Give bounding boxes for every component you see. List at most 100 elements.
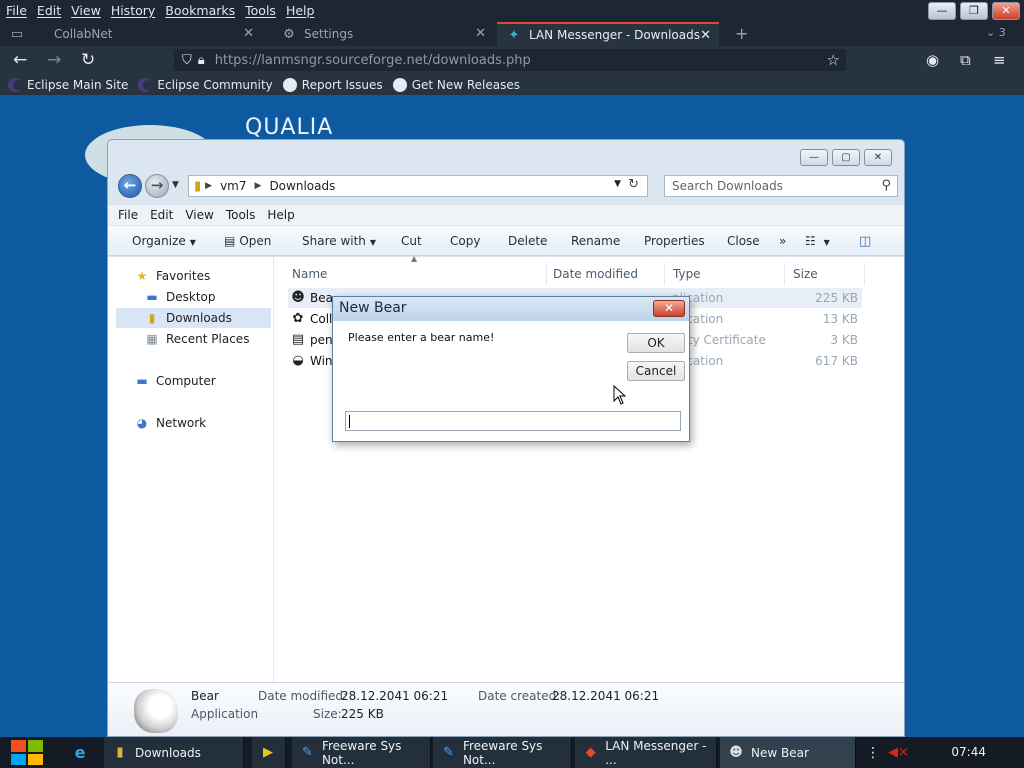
taskbar-freeware-sys-notes-1[interactable]: ✎ Freeware Sys Not... [292,737,431,768]
close-icon[interactable]: ✕ [243,26,254,41]
menu-edit[interactable]: Edit [150,208,173,222]
nav-desktop[interactable]: ▬ Desktop [144,287,280,307]
breadcrumb-downloads[interactable]: Downloads [269,179,335,193]
refresh-icon[interactable]: ↻ [628,177,639,192]
menu-edit[interactable]: Edit [37,3,61,18]
menu-view[interactable]: View [71,3,101,18]
close-button[interactable]: Close [727,234,760,248]
menu-view[interactable]: View [185,208,213,222]
new-tab-icon[interactable]: + [735,24,748,43]
menu-tools[interactable]: Tools [226,208,256,222]
address-bar[interactable]: ▮ ▶ vm7 ▶ Downloads ▼ ↻ [188,175,648,197]
taskbar-lan-messenger[interactable]: ◆ LAN Messenger - ... [575,737,717,768]
rename-button[interactable]: Rename [571,234,620,248]
text-caret [349,415,350,428]
hamburger-menu-icon[interactable]: ≡ [993,50,1006,70]
tab-lan-messenger[interactable]: ✦ LAN Messenger - Downloads ✕ [497,22,719,46]
column-header-name[interactable]: Name [284,263,547,285]
close-icon[interactable]: ✕ [475,26,486,41]
column-header-date-modified[interactable]: Date modified [545,263,665,285]
breadcrumb-vm7[interactable]: vm7 [220,179,246,193]
menu-help[interactable]: Help [286,3,315,18]
size-value: 225 KB [341,707,384,721]
tab-overflow-menu[interactable]: ⌄ 3 [986,26,1006,39]
minimize-window-button[interactable]: — [928,2,956,20]
share-with-button[interactable]: Share with ▼ [302,234,376,248]
menu-file[interactable]: File [118,208,138,222]
tab-collabnet[interactable]: ▭ CollabNet ✕ [0,22,262,46]
explorer-maximize-button[interactable]: ▢ [832,149,860,166]
column-header-type[interactable]: Type [665,263,785,285]
notification-overflow-icon[interactable]: ⋮ [858,737,880,768]
cancel-button[interactable]: Cancel [627,361,685,381]
properties-button[interactable]: Properties [644,234,705,248]
explorer-close-button[interactable]: ✕ [864,149,892,166]
bookmark-eclipse-community[interactable]: Eclipse Community [138,77,273,92]
shield-icon[interactable]: ⛉ [182,53,192,68]
restore-window-button[interactable]: ❐ [960,2,988,20]
view-options-icon[interactable]: ☷ ▼ [805,234,830,248]
column-header-size[interactable]: Size [785,263,865,285]
bear-name-input[interactable] [345,411,681,431]
details-pane: Bear Application Date modified: 28.12.20… [108,682,904,736]
delete-button[interactable]: Delete [508,234,547,248]
taskbar-media-player[interactable]: ▶ [252,737,286,768]
menu-help[interactable]: Help [267,208,294,222]
ie-logo-icon: e [74,743,86,762]
organize-button[interactable]: Organize ▼ [132,234,196,248]
extensions-icon[interactable]: ⧉ [960,50,971,70]
nav-label: Recent Places [166,332,250,346]
dialog-close-button[interactable]: ✕ [653,300,685,317]
internet-explorer-icon[interactable]: e [64,737,102,768]
menu-bookmarks[interactable]: Bookmarks [165,3,235,18]
bookmark-star-icon[interactable]: ☆ [827,51,840,69]
cut-button[interactable]: Cut [401,234,422,248]
open-button[interactable]: ▤ Open [224,234,271,248]
explorer-minimize-button[interactable]: — [800,149,828,166]
taskbar-downloads[interactable]: ▮ Downloads [104,737,244,768]
back-arrow-icon[interactable]: ← [13,50,27,70]
taskbar-new-bear[interactable]: ☻ New Bear [720,737,856,768]
menu-history[interactable]: History [111,3,155,18]
menu-tools[interactable]: Tools [245,3,276,18]
close-icon[interactable]: ✕ [700,28,711,43]
search-input[interactable]: Search Downloads ⚲ [664,175,898,197]
back-button[interactable]: ← [118,174,142,198]
tab-settings[interactable]: ⚙ Settings ✕ [272,22,494,46]
bookmark-eclipse-main-site[interactable]: Eclipse Main Site [8,77,128,92]
close-window-button[interactable]: ✕ [992,2,1020,20]
forward-button[interactable]: → [145,174,169,198]
ok-button[interactable]: OK [627,333,685,353]
more-commands-button[interactable]: » [779,234,786,248]
start-button[interactable] [11,740,43,765]
nav-downloads[interactable]: ▮ Downloads [116,308,271,328]
bookmark-get-new-releases[interactable]: Get New Releases [392,77,520,92]
chevron-right-icon[interactable]: ▶ [255,181,262,191]
taskbar-freeware-sys-notes-2[interactable]: ✎ Freeware Sys Not... [433,737,572,768]
forward-arrow-icon[interactable]: → [47,50,61,70]
search-icon[interactable]: ⚲ [881,178,891,193]
dialog-title: New Bear [339,300,407,316]
clock[interactable]: 07:44 [951,745,986,759]
nav-network[interactable]: ◕ Network [134,413,270,433]
dialog-title-bar[interactable]: New Bear ✕ [333,297,689,321]
preview-pane-icon[interactable]: ◫ [859,234,871,249]
nav-recent-places[interactable]: ▦ Recent Places [144,329,280,349]
copy-button[interactable]: Copy [450,234,480,248]
nav-favorites[interactable]: ★ Favorites [134,266,270,286]
lock-icon[interactable]: 🔒︎ [198,53,205,68]
bear-app-icon: ☻ [729,745,743,760]
reload-icon[interactable]: ↻ [81,50,95,70]
firefox-icon: ◆ [585,745,596,760]
menu-file[interactable]: File [6,3,27,18]
address-dropdown-icon[interactable]: ▼ [614,179,621,189]
account-icon[interactable]: ◉ [926,50,939,70]
url-bar[interactable]: ⛉ 🔒︎ https://lanmsngr.sourceforge.net/do… [174,49,846,71]
nav-computer[interactable]: ▬ Computer [134,371,270,391]
recent-pages-dropdown[interactable]: ▼ [172,180,179,190]
bookmark-report-issues[interactable]: Report Issues [282,77,383,92]
github-icon [392,77,407,92]
volume-muted-icon[interactable]: ◀× [880,737,909,768]
chevron-right-icon[interactable]: ▶ [205,181,212,191]
date-created-value: 28.12.2041 06:21 [552,689,660,703]
